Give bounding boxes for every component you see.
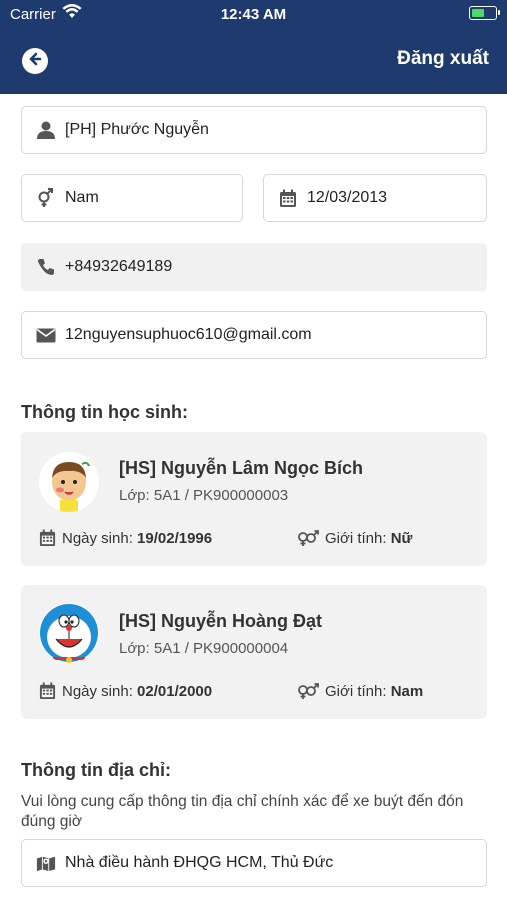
student-birthday: Ngày sinh: 02/01/2000 [38, 682, 212, 700]
parent-name-value: [PH] Phước Nguyễn [65, 121, 209, 138]
parent-name-field[interactable]: [PH] Phước Nguyễn [21, 106, 487, 154]
user-icon [36, 120, 56, 140]
birthday-field[interactable]: 12/03/2013 [263, 174, 487, 222]
address-description: Vui lòng cung cấp thông tin địa chỉ chín… [21, 793, 464, 830]
student-name: [HS] Nguyễn Lâm Ngọc Bích [119, 458, 364, 478]
gender-icon [297, 529, 319, 547]
student-class: Lớp: 5A1 / PK900000003 [119, 487, 289, 504]
envelope-icon [36, 325, 56, 345]
arrow-left-icon [27, 51, 43, 72]
cartoon-boy-avatar [39, 452, 99, 512]
phone-value: +84932649189 [65, 258, 173, 275]
student-gender: Giới tính: Nam [297, 682, 423, 700]
status-bar: Carrier 12:43 AM [0, 0, 507, 28]
gender-field[interactable]: Nam [21, 174, 243, 222]
calendar-icon [38, 682, 56, 700]
address-value: Nhà điều hành ĐHQG HCM, Thủ Đức [65, 854, 334, 871]
email-field[interactable]: 12nguyensuphuoc610@gmail.com [21, 311, 487, 359]
student-card[interactable]: [HS] Nguyễn Hoàng Đạt Lớp: 5A1 / PK90000… [21, 585, 487, 719]
student-name: [HS] Nguyễn Hoàng Đạt [119, 611, 323, 631]
gender-value: Nam [65, 189, 99, 206]
student-gender: Giới tính: Nữ [297, 529, 412, 547]
gender-label: Giới tính: [325, 682, 387, 700]
back-button[interactable] [22, 48, 48, 74]
phone-icon [36, 257, 56, 277]
address-section-title: Thông tin địa chỉ: [21, 760, 171, 780]
logout-button[interactable]: Đăng xuất [397, 48, 489, 70]
address-field[interactable]: Nhà điều hành ĐHQG HCM, Thủ Đức [21, 839, 487, 887]
birthday-label: Ngày sinh: [62, 682, 133, 700]
map-icon [36, 853, 56, 873]
phone-field: +84932649189 [21, 243, 487, 291]
calendar-icon [38, 529, 56, 547]
email-value: 12nguyensuphuoc610@gmail.com [65, 326, 312, 343]
gender-value: Nữ [390, 529, 413, 547]
student-card[interactable]: [HS] Nguyễn Lâm Ngọc Bích Lớp: 5A1 / PK9… [21, 432, 487, 566]
birthday-value: 19/02/1996 [137, 529, 213, 547]
gender-value: Nam [390, 682, 424, 700]
students-section-title: Thông tin học sinh: [21, 402, 188, 422]
clock: 12:43 AM [220, 6, 287, 23]
student-birthday: Ngày sinh: 19/02/1996 [38, 529, 212, 547]
gender-label: Giới tính: [325, 529, 387, 547]
header: Đăng xuất [0, 28, 507, 94]
birthday-value: 12/03/2013 [307, 189, 388, 206]
battery-icon [469, 6, 500, 20]
gender-icon [297, 682, 319, 700]
doraemon-avatar [39, 603, 99, 663]
student-class: Lớp: 5A1 / PK900000004 [119, 640, 289, 657]
birthday-value: 02/01/2000 [137, 682, 213, 700]
calendar-icon [278, 188, 298, 208]
birthday-label: Ngày sinh: [62, 529, 133, 547]
gender-icon [36, 188, 56, 208]
